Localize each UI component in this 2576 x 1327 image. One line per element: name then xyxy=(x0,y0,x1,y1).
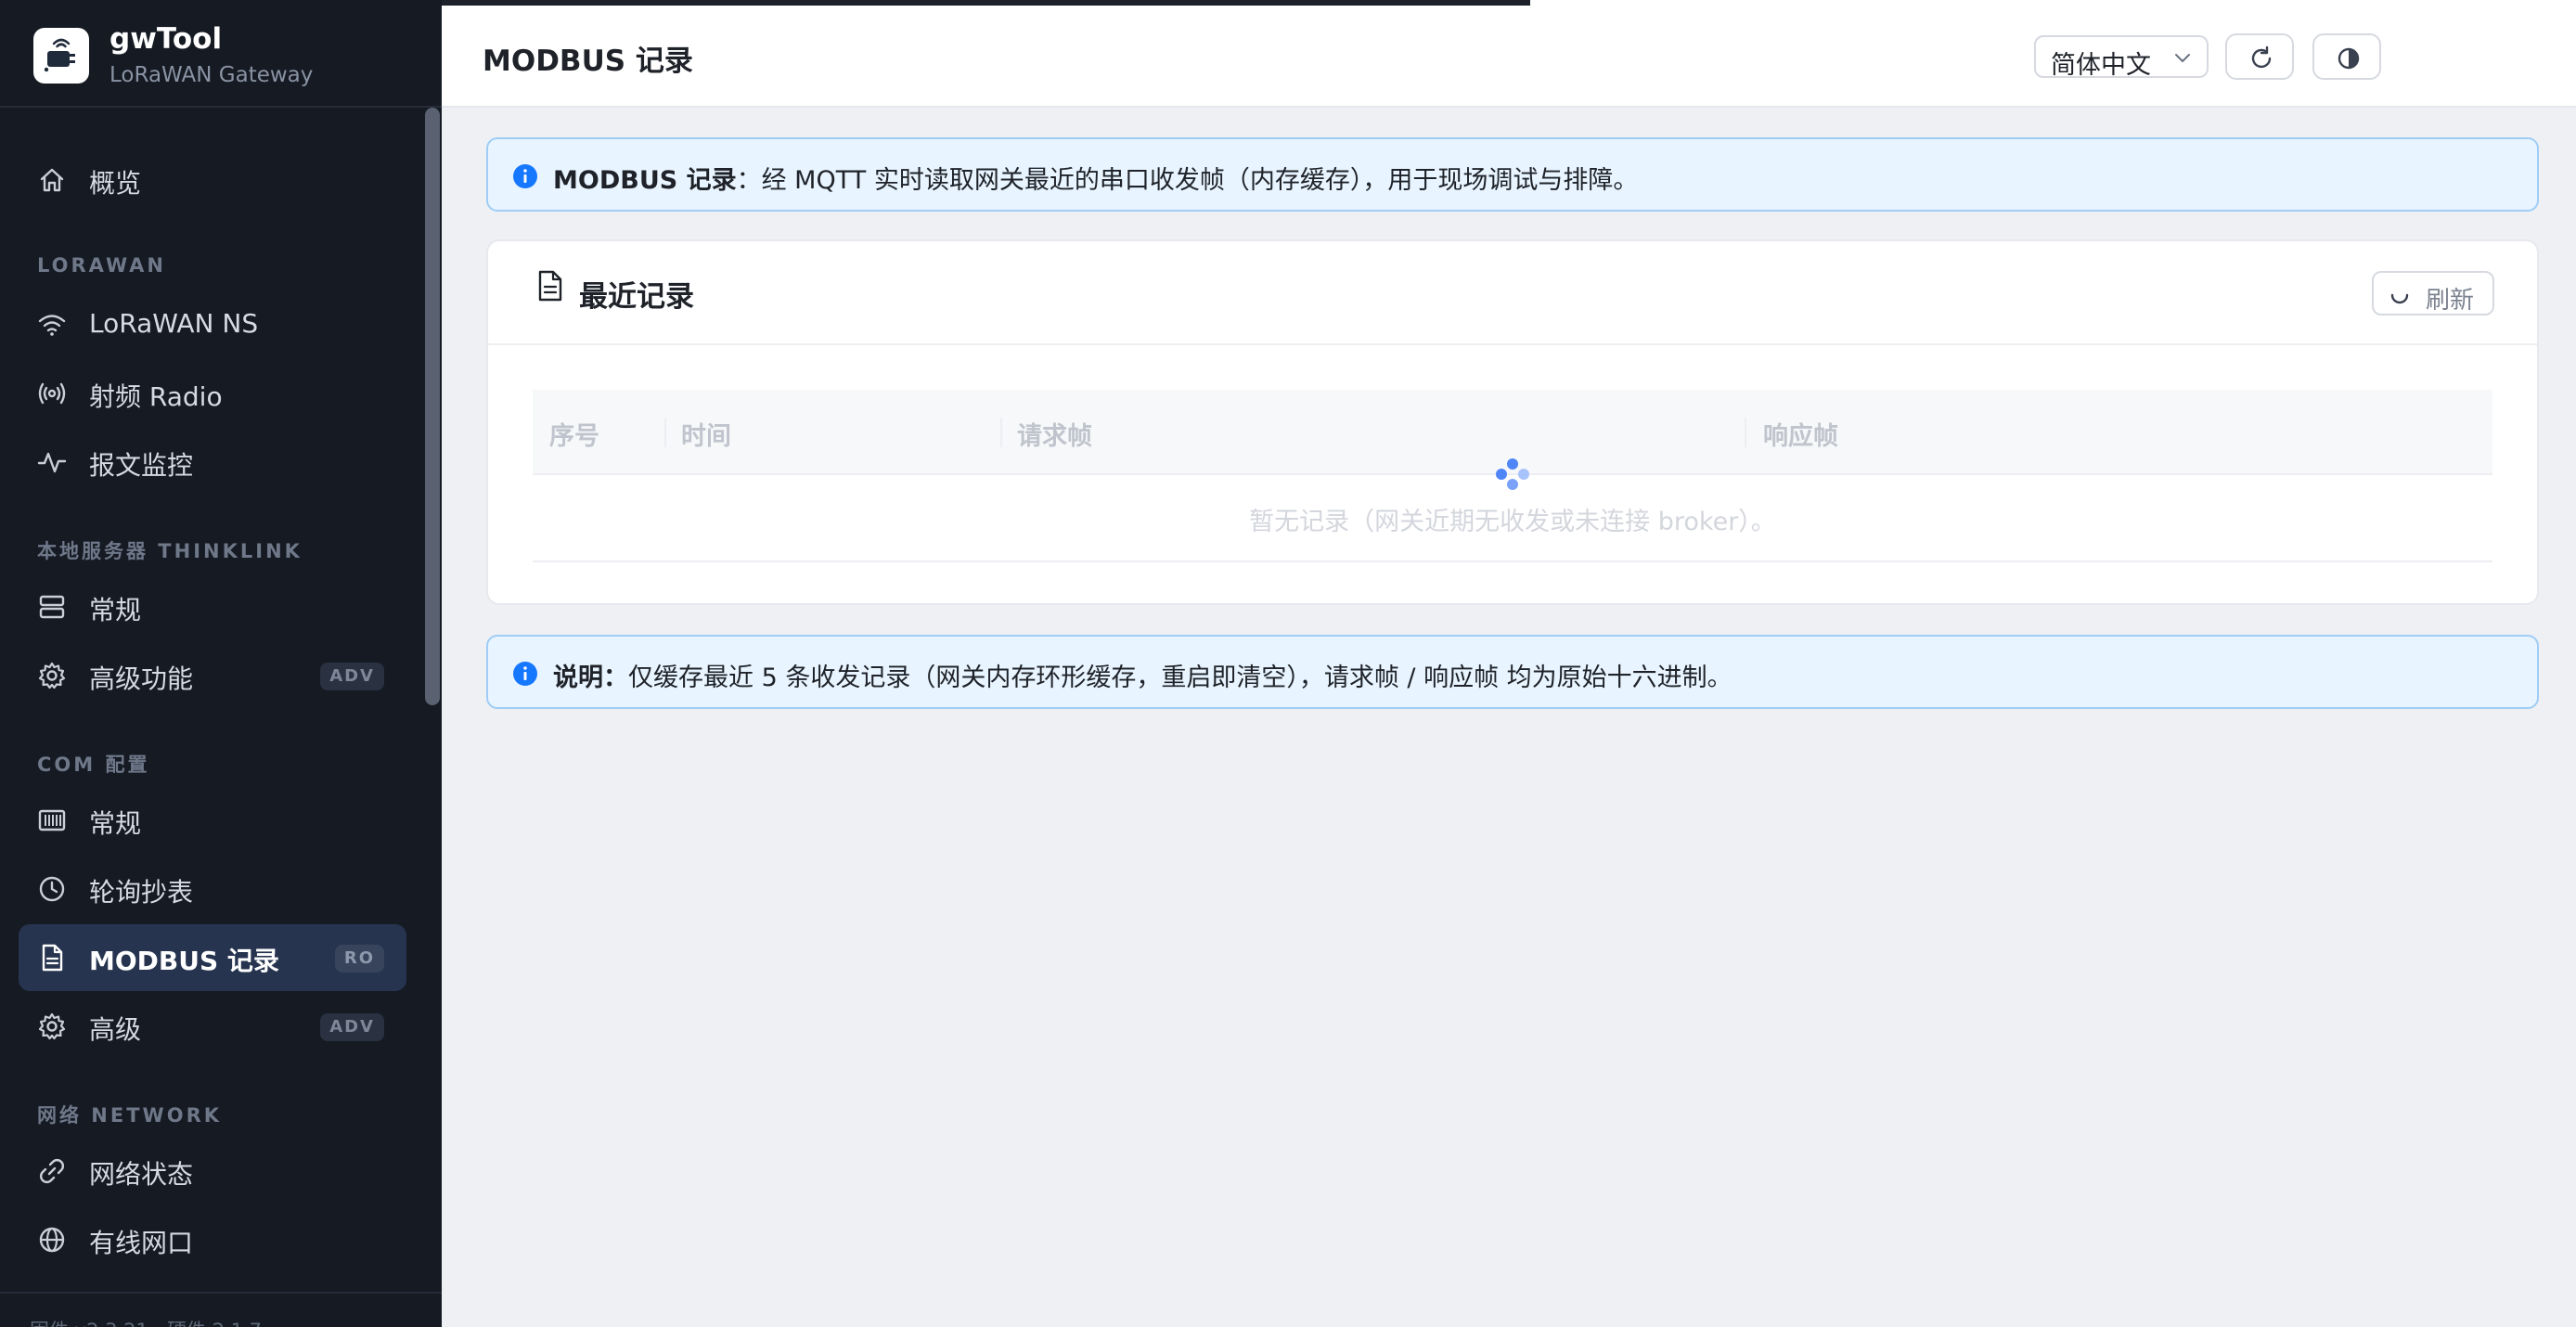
sidebar-item-com-advanced[interactable]: 高级 ADV xyxy=(19,993,406,1060)
column-divider xyxy=(664,418,666,447)
sidebar-item-radio[interactable]: 射频 Radio xyxy=(19,360,406,427)
loading-dots-icon xyxy=(1496,458,1529,490)
radio-broadcast-icon xyxy=(38,382,66,405)
section-title-network: 网络 NETWORK xyxy=(37,1104,223,1127)
sidebar-item-label: 有线网口 xyxy=(89,1228,194,1258)
sidebar-footer: 固件 v2.3.21 · 硬件 2.1.7 xyxy=(0,1292,442,1327)
adv-badge: ADV xyxy=(320,1013,384,1041)
gear-icon xyxy=(38,1012,66,1040)
reload-button[interactable] xyxy=(2225,33,2294,80)
info-icon xyxy=(513,662,537,686)
sidebar-item-label: 高级功能 xyxy=(89,664,194,694)
info-icon xyxy=(513,164,537,188)
sidebar-item-overview[interactable]: 概览 xyxy=(19,147,406,213)
table-bottom-border xyxy=(533,560,2492,562)
refresh-records-button[interactable]: 刷新 xyxy=(2372,271,2494,316)
column-header-time: 时间 xyxy=(681,422,731,451)
records-card: 最近记录 刷新 序号 时间 请求帧 响应帧 暂无记录（网关近期无收发或未连接 b… xyxy=(486,239,2539,605)
globe-icon xyxy=(39,1227,65,1253)
barcode-port-icon xyxy=(38,809,66,831)
contrast-icon xyxy=(2338,47,2360,70)
empty-records-text: 暂无记录（网关近期无收发或未连接 broker）。 xyxy=(1249,508,1776,536)
sidebar-item-packet-monitor[interactable]: 报文监控 xyxy=(19,429,406,496)
column-header-response: 响应帧 xyxy=(1763,422,1838,451)
section-title-com: COM 配置 xyxy=(37,754,150,776)
adv-badge: ADV xyxy=(320,663,384,690)
sidebar-item-com-general[interactable]: 常规 xyxy=(19,787,406,854)
clock-icon xyxy=(39,876,65,902)
gear-icon xyxy=(38,662,66,689)
sidebar-item-label: 常规 xyxy=(89,808,142,839)
ro-badge: RO xyxy=(334,945,384,973)
records-card-header: 最近记录 刷新 xyxy=(488,241,2537,345)
sidebar-item-label: 轮询抄表 xyxy=(89,877,194,908)
brand: gwTool LoRaWAN Gateway xyxy=(0,0,442,108)
column-header-request: 请求帧 xyxy=(1017,422,1092,451)
link-icon xyxy=(40,1159,64,1183)
sidebar-item-wired-port[interactable]: 有线网口 xyxy=(19,1206,406,1273)
page-title: MODBUS 记录 xyxy=(483,45,693,78)
language-select[interactable]: 简体中文 xyxy=(2034,35,2209,80)
loading-progress-bar xyxy=(442,0,2576,6)
chevron-down-icon xyxy=(2175,54,2190,62)
sidebar-item-lorawan-ns[interactable]: LoRaWAN NS xyxy=(19,291,406,358)
column-divider xyxy=(1745,418,1746,447)
sidebar-item-modbus-log[interactable]: MODBUS 记录 RO xyxy=(19,924,406,991)
info-alert: MODBUS 记录：经 MQTT 实时读取网关最近的串口收发帧（内存缓存），用于… xyxy=(486,137,2539,212)
column-header-index: 序号 xyxy=(549,422,599,451)
firmware-version: 固件 v2.3.21 · 硬件 2.1.7 xyxy=(30,1316,262,1327)
sidebar-item-polling[interactable]: 轮询抄表 xyxy=(19,856,406,922)
records-card-title: 最近记录 xyxy=(579,280,694,314)
sidebar-item-label: LoRaWAN NS xyxy=(89,308,259,339)
note-alert-bold: 说明： xyxy=(553,664,628,692)
server-icon xyxy=(39,595,65,619)
app-root: gwTool LoRaWAN Gateway 概览 LORAWAN LoRaWA… xyxy=(0,0,2576,1327)
gateway-logo-icon xyxy=(33,28,89,84)
app-name: gwTool xyxy=(109,22,223,56)
sidebar-item-label: 高级 xyxy=(89,1014,142,1045)
sidebar-item-label: 概览 xyxy=(89,168,142,199)
section-title-lorawan: LORAWAN xyxy=(37,254,167,277)
sidebar-item-label: 常规 xyxy=(89,595,142,625)
language-select-value: 简体中文 xyxy=(2051,51,2151,80)
theme-toggle-button[interactable] xyxy=(2312,33,2381,80)
note-alert-text: 说明：仅缓存最近 5 条收发记录（网关内存环形缓存，重启即清空），请求帧 / 响… xyxy=(553,657,1732,693)
sidebar-item-label: MODBUS 记录 xyxy=(89,946,279,976)
loading-progress-fill xyxy=(442,0,1530,6)
info-alert-text: MODBUS 记录：经 MQTT 实时读取网关最近的串口收发帧（内存缓存），用于… xyxy=(553,160,1638,196)
loading-spinner-icon xyxy=(2390,293,2409,304)
sidebar-item-label: 报文监控 xyxy=(89,450,194,481)
refresh-icon xyxy=(2251,45,2272,69)
section-title-thinklink: 本地服务器 THINKLINK xyxy=(37,540,303,562)
sidebar-item-thinklink-general[interactable]: 常规 xyxy=(19,573,406,640)
document-icon xyxy=(42,944,63,972)
refresh-records-label: 刷新 xyxy=(2426,287,2475,315)
top-header: MODBUS 记录 简体中文 xyxy=(442,0,2576,108)
sidebar-item-label: 射频 Radio xyxy=(89,381,223,412)
activity-pulse-icon xyxy=(37,452,67,473)
app-subtitle: LoRaWAN Gateway xyxy=(109,63,314,87)
sidebar-scrollbar[interactable] xyxy=(425,108,440,705)
note-alert: 说明：仅缓存最近 5 条收发记录（网关内存环形缓存，重启即清空），请求帧 / 响… xyxy=(486,635,2539,709)
document-icon xyxy=(538,270,562,302)
info-alert-bold: MODBUS 记录 xyxy=(553,166,737,195)
column-divider xyxy=(1000,418,1002,447)
wifi-icon xyxy=(38,315,66,336)
home-icon xyxy=(40,168,64,192)
sidebar-item-advanced-features[interactable]: 高级功能 ADV xyxy=(19,642,406,709)
note-alert-body: 仅缓存最近 5 条收发记录（网关内存环形缓存，重启即清空），请求帧 / 响应帧 … xyxy=(628,664,1732,692)
sidebar: gwTool LoRaWAN Gateway 概览 LORAWAN LoRaWA… xyxy=(0,0,442,1327)
info-alert-body: ：经 MQTT 实时读取网关最近的串口收发帧（内存缓存），用于现场调试与排障。 xyxy=(736,166,1639,195)
sidebar-item-network-status[interactable]: 网络状态 xyxy=(19,1138,406,1205)
sidebar-item-label: 网络状态 xyxy=(89,1159,194,1190)
